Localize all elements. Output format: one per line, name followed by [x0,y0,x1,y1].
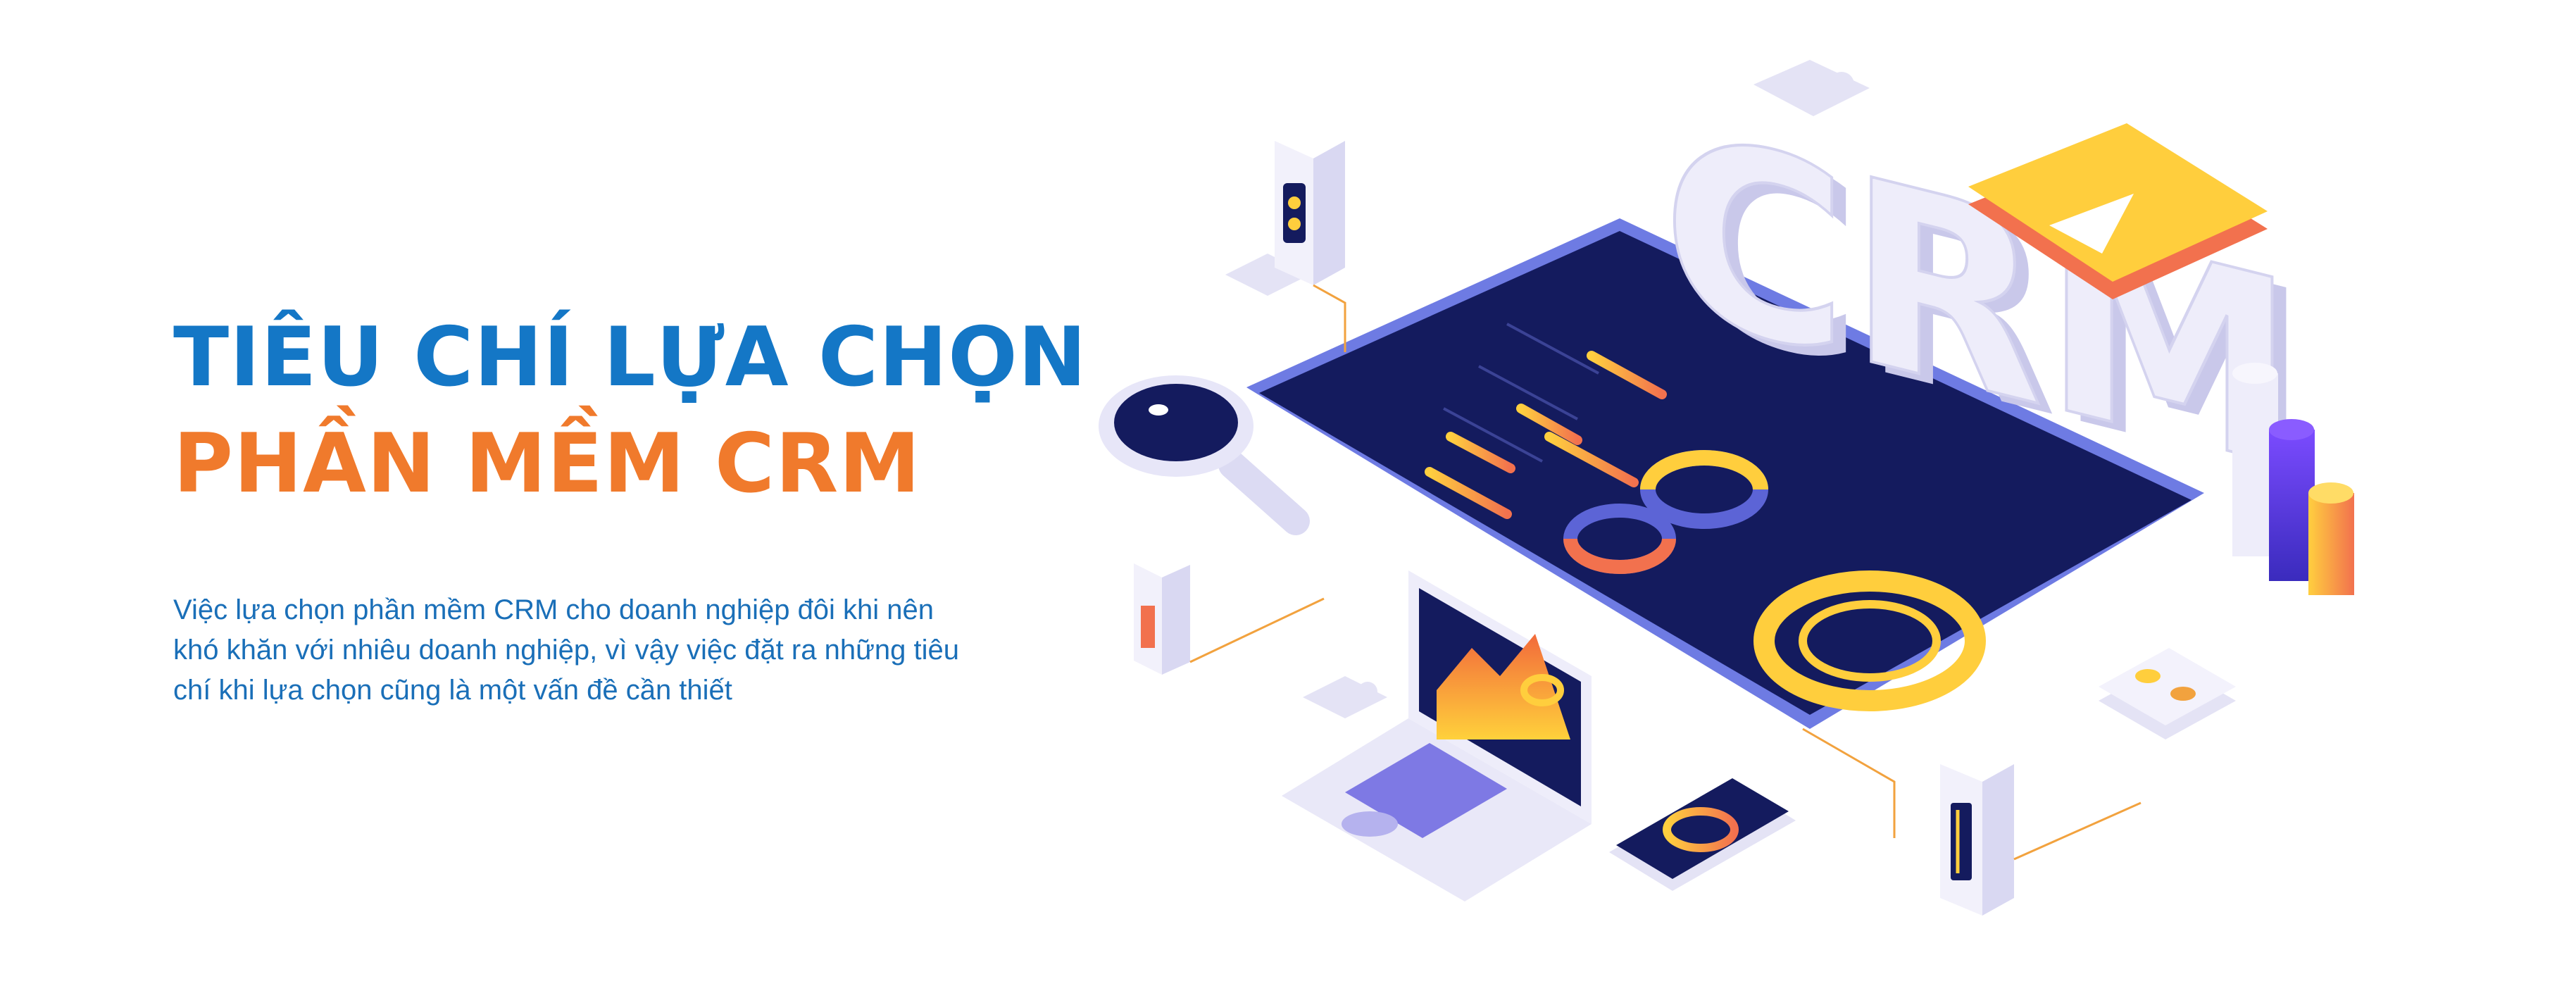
hero-description-line: khó khăn với nhiêu doanh nghiệp, vì vậy … [173,634,959,666]
laptop-icon [1282,570,1592,901]
hero-text: TIÊU CHÍ LỰA CHỌN PHẦN MỀM CRM Việc lựa … [173,310,1087,739]
hero-title-line-1: TIÊU CHÍ LỰA CHỌN [173,310,1087,405]
server-icon [1940,764,2142,916]
hero-description-line: Việc lựa chọn phần mềm CRM cho doanh ngh… [173,594,934,625]
hero-description-line: chí khi lựa chọn cũng là một vấn đề cần … [173,675,732,706]
hero-title-line-2: PHẦN MỀM CRM [173,416,921,511]
server-icon [1275,141,1345,285]
server-icon [1134,563,1325,675]
coins-icon [2099,648,2236,739]
phone-icon [1609,778,1796,891]
crm-illustration: CRM CRM [1099,60,2354,916]
hero-description: Việc lựa chọn phần mềm CRM cho doanh ngh… [173,590,1032,711]
